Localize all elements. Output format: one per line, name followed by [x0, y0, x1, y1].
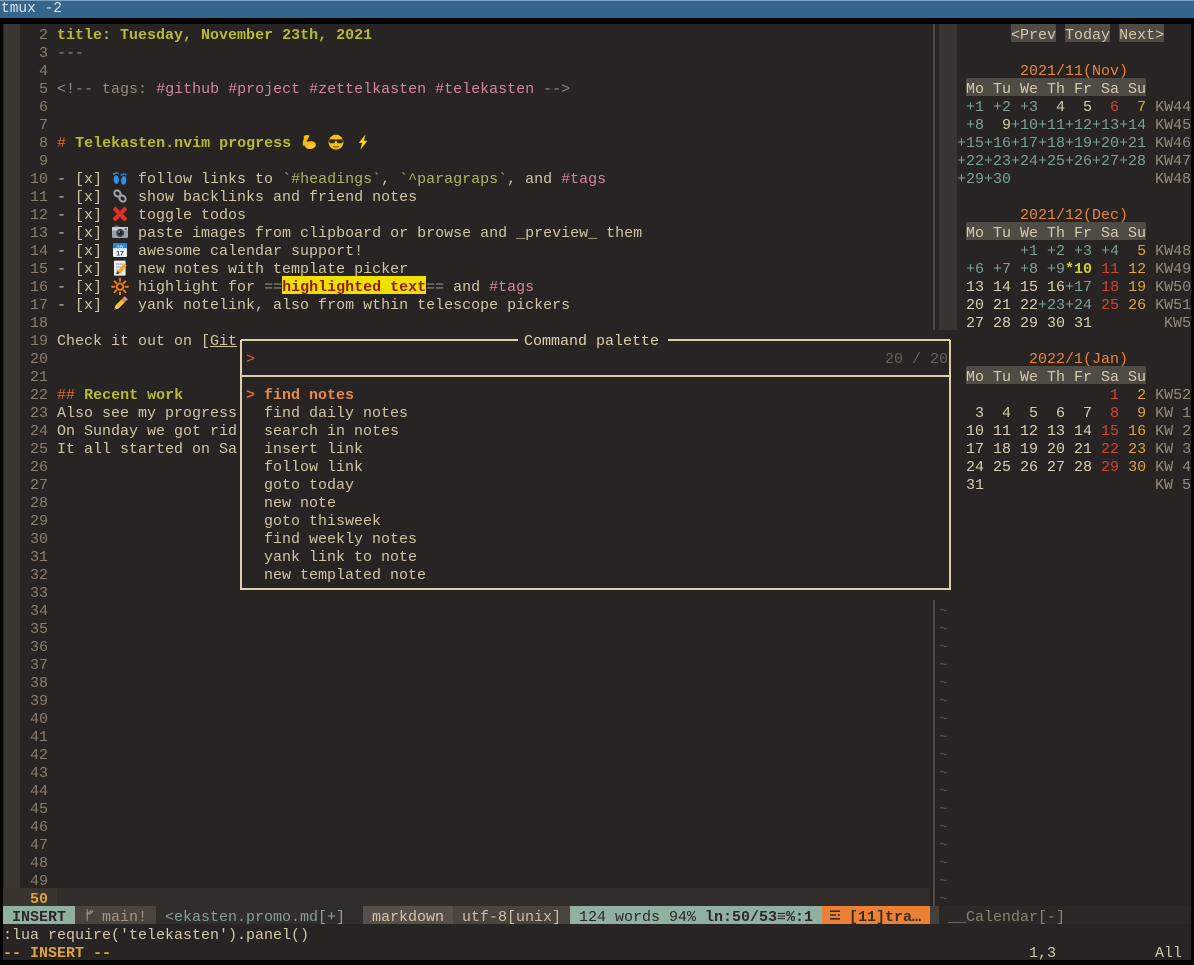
- svg-text:17: 17: [116, 250, 124, 257]
- svg-text:July: July: [117, 244, 124, 248]
